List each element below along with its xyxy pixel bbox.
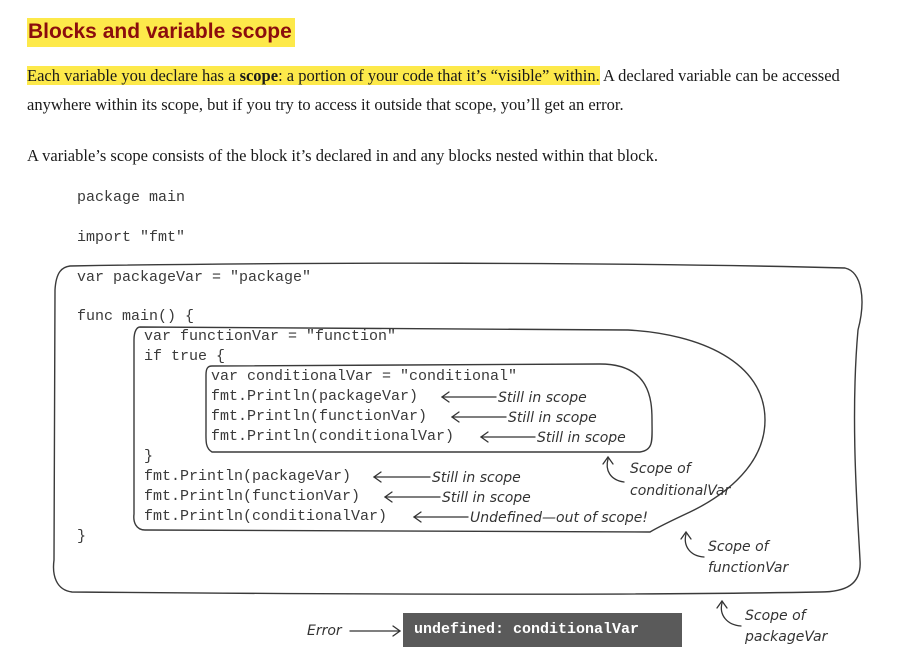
conditional-scope-pointer xyxy=(606,458,625,483)
error-message-box: undefined: conditionalVar xyxy=(403,613,682,647)
annotation-still-in-scope: Still in scope xyxy=(508,410,597,426)
label-scope-package-line1: Scope of xyxy=(745,608,806,624)
code-line-print-function-inner: fmt.Println(functionVar) xyxy=(211,408,428,425)
function-scope-pointer xyxy=(684,533,705,558)
annotation-still-in-scope: Still in scope xyxy=(537,430,626,446)
code-line-conditional-var: var conditionalVar = "conditional" xyxy=(211,368,518,385)
code-line-print-conditional-outer: fmt.Println(conditionalVar) xyxy=(144,508,388,525)
code-line-if-true: if true { xyxy=(144,348,226,365)
code-line-if-close: } xyxy=(144,448,154,465)
code-line-function-var: var functionVar = "function" xyxy=(144,328,397,345)
code-line-import: import "fmt" xyxy=(77,229,186,246)
code-line-package-var: var packageVar = "package" xyxy=(77,269,312,286)
label-scope-conditional-line1: Scope of xyxy=(630,461,691,477)
code-line-func-main: func main() { xyxy=(77,308,195,325)
code-line-print-package-inner: fmt.Println(packageVar) xyxy=(211,388,419,405)
code-line-print-conditional-inner: fmt.Println(conditionalVar) xyxy=(211,428,455,445)
label-scope-conditional-line2: conditionalVar xyxy=(630,483,731,499)
annotation-still-in-scope: Still in scope xyxy=(442,490,531,506)
annotation-still-in-scope: Still in scope xyxy=(498,390,587,406)
code-line-package: package main xyxy=(77,189,186,206)
package-scope-pointer xyxy=(720,602,742,627)
code-line-print-package-outer: fmt.Println(packageVar) xyxy=(144,468,352,485)
label-scope-function-line2: functionVar xyxy=(708,560,789,576)
code-line-print-function-outer: fmt.Println(functionVar) xyxy=(144,488,361,505)
code-line-func-close: } xyxy=(77,528,87,545)
label-scope-package-line2: packageVar xyxy=(745,629,828,645)
annotation-still-in-scope: Still in scope xyxy=(432,470,521,486)
annotation-undefined-out-of-scope: Undefined—out of scope! xyxy=(470,510,649,526)
label-scope-function-line1: Scope of xyxy=(708,539,769,555)
error-label: Error xyxy=(307,623,342,639)
